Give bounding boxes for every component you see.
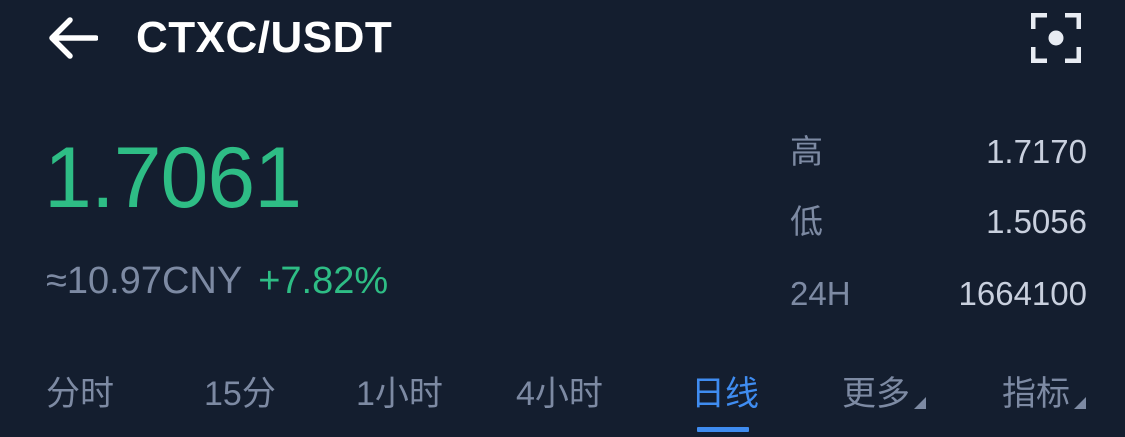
- dropdown-caret-icon: [1074, 397, 1086, 409]
- timeframe-tabs: 分时 15分 1小时 4小时 日线 更多 指标: [0, 360, 1125, 437]
- cny-price: ≈10.97CNY: [46, 260, 243, 302]
- volume-24h-label: 24H: [790, 275, 851, 312]
- back-button[interactable]: [40, 10, 104, 66]
- tab-15min[interactable]: 15分: [204, 368, 276, 420]
- tab-more[interactable]: 更多: [842, 368, 926, 420]
- low-label: 低: [790, 203, 823, 240]
- scan-button[interactable]: [1024, 8, 1088, 68]
- volume-24h-value: 1664100: [958, 275, 1087, 312]
- tab-daily[interactable]: 日线: [691, 368, 759, 420]
- pair-title: CTXC/USDT: [136, 13, 393, 62]
- change-percent: +7.82%: [258, 260, 389, 302]
- low-value: 1.5056: [986, 203, 1087, 240]
- scan-frame-icon: [1031, 13, 1081, 63]
- last-price: 1.7061: [44, 130, 302, 226]
- dropdown-caret-icon: [914, 397, 926, 409]
- high-label: 高: [790, 133, 823, 170]
- active-tab-indicator: [697, 427, 749, 432]
- high-value: 1.7170: [986, 133, 1087, 170]
- tab-timeshare[interactable]: 分时: [46, 368, 114, 420]
- tab-4hour[interactable]: 4小时: [516, 368, 603, 420]
- tab-indicators[interactable]: 指标: [1002, 368, 1086, 420]
- tab-indicators-label: 指标: [1002, 375, 1070, 413]
- price-subline: ≈10.97CNY +7.82%: [46, 256, 388, 306]
- arrow-left-icon: [49, 17, 98, 59]
- tab-1hour[interactable]: 1小时: [356, 368, 443, 420]
- top-bar: CTXC/USDT: [0, 0, 1125, 80]
- tab-more-label: 更多: [842, 375, 910, 413]
